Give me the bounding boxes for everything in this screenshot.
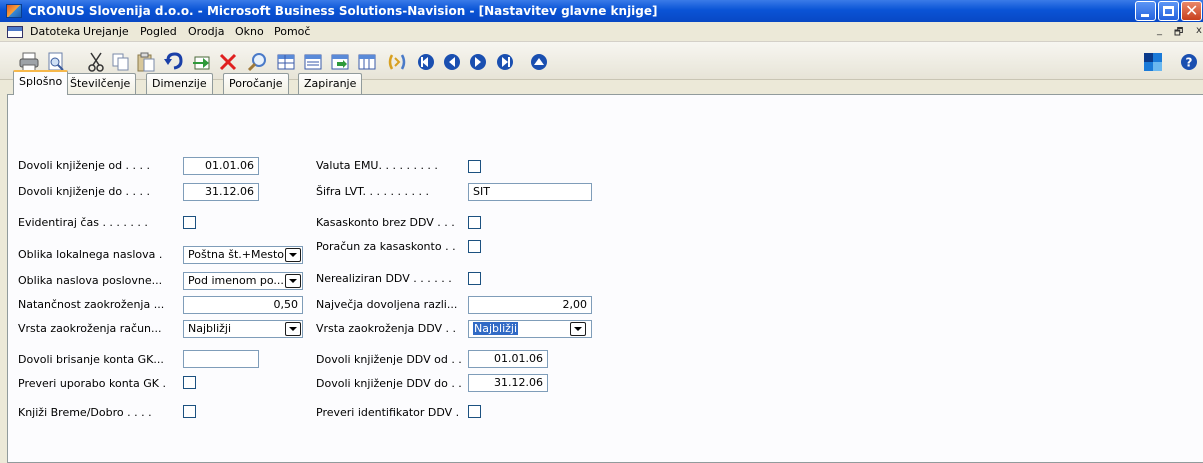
table-icon[interactable] <box>275 51 297 73</box>
chevron-down-icon[interactable] <box>285 274 301 288</box>
field-sifra-lvt[interactable]: SIT <box>468 183 592 201</box>
menu-bar: Datoteka Urejanje Pogled Orodja Okno Pom… <box>0 22 1203 42</box>
title-bar: CRONUS Slovenija d.o.o. - Microsoft Busi… <box>0 0 1203 22</box>
label-natancnost-zaokrozenja: Natančnost zaokroženja ... <box>18 298 165 311</box>
dropdown-value: Pod imenom po... <box>188 274 284 287</box>
checkbox-nerealiziran-ddv[interactable] <box>468 272 481 285</box>
up-icon[interactable] <box>528 51 550 73</box>
tab-splosno[interactable]: Splošno <box>13 70 69 95</box>
minimize-button[interactable] <box>1135 1 1156 21</box>
close-button[interactable]: ✕ <box>1181 1 1202 21</box>
matrix-icon[interactable] <box>356 51 378 73</box>
chevron-down-icon[interactable] <box>285 322 301 336</box>
undo-icon[interactable] <box>163 51 185 73</box>
menu-pomoc[interactable]: Pomoč <box>274 25 310 38</box>
copy-icon[interactable] <box>110 51 132 73</box>
menu-pogled[interactable]: Pogled <box>140 25 177 38</box>
label-dovoli-brisanje-konta-gk: Dovoli brisanje konta GK... <box>18 353 164 366</box>
cut-icon[interactable] <box>85 51 107 73</box>
label-nerealiziran-ddv: Nerealiziran DDV . . . . . . <box>316 272 452 285</box>
dropdown-value: Poštna št.+Mesto <box>188 248 285 261</box>
last-record-icon[interactable] <box>494 51 516 73</box>
label-dovoli-knjizenje-do: Dovoli knjiženje do . . . . <box>18 185 151 198</box>
app-icon <box>6 4 22 18</box>
tab-stevilcenje[interactable]: Številčenje <box>64 73 137 94</box>
label-valuta-emu: Valuta EMU. . . . . . . . . <box>316 159 438 172</box>
svg-text:?: ? <box>1186 56 1193 70</box>
menu-urejanje[interactable]: Urejanje <box>83 25 129 38</box>
menu-datoteka[interactable]: Datoteka <box>30 25 80 38</box>
tab-zapiranje[interactable]: Zapiranje <box>298 73 363 94</box>
label-najvecja-dovoljena-razlika: Največja dovoljena razli... <box>316 298 458 311</box>
windows-icon[interactable] <box>1142 51 1164 73</box>
paste-icon[interactable] <box>135 51 157 73</box>
checkbox-preveri-identifikator-ddv[interactable] <box>468 405 481 418</box>
field-dovoli-knjizenje-do[interactable]: 31.12.06 <box>183 183 259 201</box>
label-vrsta-zaokrozenja-ddv: Vrsta zaokroženja DDV . . <box>316 322 457 335</box>
label-preveri-uporabo-konta-gk: Preveri uporabo konta GK . <box>18 377 166 390</box>
checkbox-preveri-uporabo-konta-gk[interactable] <box>183 376 196 389</box>
label-dovoli-knjizenje-od: Dovoli knjiženje od . . . . <box>18 159 151 172</box>
checkbox-valuta-emu[interactable] <box>468 160 481 173</box>
previous-record-icon[interactable] <box>441 51 463 73</box>
field-dovoli-knjizenje-ddv-do[interactable]: 31.12.06 <box>468 374 548 392</box>
field-dovoli-brisanje-konta-gk[interactable] <box>183 350 259 368</box>
label-oblika-lokalnega-naslova: Oblika lokalnega naslova . <box>18 248 163 261</box>
label-knjizi-breme-dobro: Knjiži Breme/Dobro . . . . <box>18 406 152 419</box>
label-oblika-naslova-poslovne: Oblika naslova poslovne... <box>18 274 163 287</box>
mdi-minimize-button[interactable]: _ <box>1157 25 1162 36</box>
dropdown-selected-value: Najbližji <box>473 322 519 335</box>
tab-dimenzije[interactable]: Dimenzije <box>146 73 213 94</box>
card-icon[interactable] <box>329 51 351 73</box>
checkbox-kasaskonto-brez-ddv[interactable] <box>468 216 481 229</box>
find-icon[interactable] <box>247 51 269 73</box>
label-preveri-identifikator-ddv: Preveri identifikator DDV . <box>316 406 460 419</box>
label-vrsta-zaokrozenja-racun: Vrsta zaokroženja račun... <box>18 322 162 335</box>
next-record-icon[interactable] <box>467 51 489 73</box>
checkbox-poracun-za-kasaskonto[interactable] <box>468 240 481 253</box>
help-icon[interactable]: ? <box>1178 51 1200 73</box>
chevron-down-icon[interactable] <box>285 248 301 262</box>
window-title: CRONUS Slovenija d.o.o. - Microsoft Busi… <box>28 4 658 18</box>
menu-orodja[interactable]: Orodja <box>188 25 224 38</box>
field-natancnost-zaokrozenja[interactable]: 0,50 <box>183 296 303 314</box>
label-dovoli-knjizenje-ddv-do: Dovoli knjiženje DDV do . . <box>316 377 462 390</box>
checkbox-evidentiraj-cas[interactable] <box>183 216 196 229</box>
label-poracun-za-kasaskonto: Poračun za kasaskonto . . <box>316 240 456 253</box>
label-sifra-lvt: Šifra LVT. . . . . . . . . . <box>316 185 429 198</box>
maximize-button[interactable] <box>1158 1 1179 21</box>
chevron-down-icon[interactable] <box>570 322 586 336</box>
navigate-icon[interactable] <box>386 51 408 73</box>
field-najvecja-dovoljena-razlika[interactable]: 2,00 <box>468 296 592 314</box>
dropdown-value: Najbližji <box>188 322 232 335</box>
label-dovoli-knjizenje-ddv-od: Dovoli knjiženje DDV od . . <box>316 353 462 366</box>
field-dovoli-knjizenje-od[interactable]: 01.01.06 <box>183 157 259 175</box>
first-record-icon[interactable] <box>415 51 437 73</box>
document-icon[interactable] <box>7 26 23 38</box>
menu-okno[interactable]: Okno <box>235 25 264 38</box>
label-kasaskonto-brez-ddv: Kasaskonto brez DDV . . . <box>316 216 455 229</box>
checkbox-knjizi-breme-dobro[interactable] <box>183 405 196 418</box>
field-dovoli-knjizenje-ddv-od[interactable]: 01.01.06 <box>468 350 548 368</box>
list-icon[interactable] <box>302 51 324 73</box>
mdi-restore-button[interactable]: 🗗 <box>1174 25 1183 42</box>
label-evidentiraj-cas: Evidentiraj čas . . . . . . . <box>18 216 148 229</box>
tab-porocanje[interactable]: Poročanje <box>223 73 289 94</box>
delete-icon[interactable] <box>217 51 239 73</box>
insert-record-icon[interactable] <box>191 51 213 73</box>
mdi-close-button[interactable]: x <box>1196 25 1202 36</box>
